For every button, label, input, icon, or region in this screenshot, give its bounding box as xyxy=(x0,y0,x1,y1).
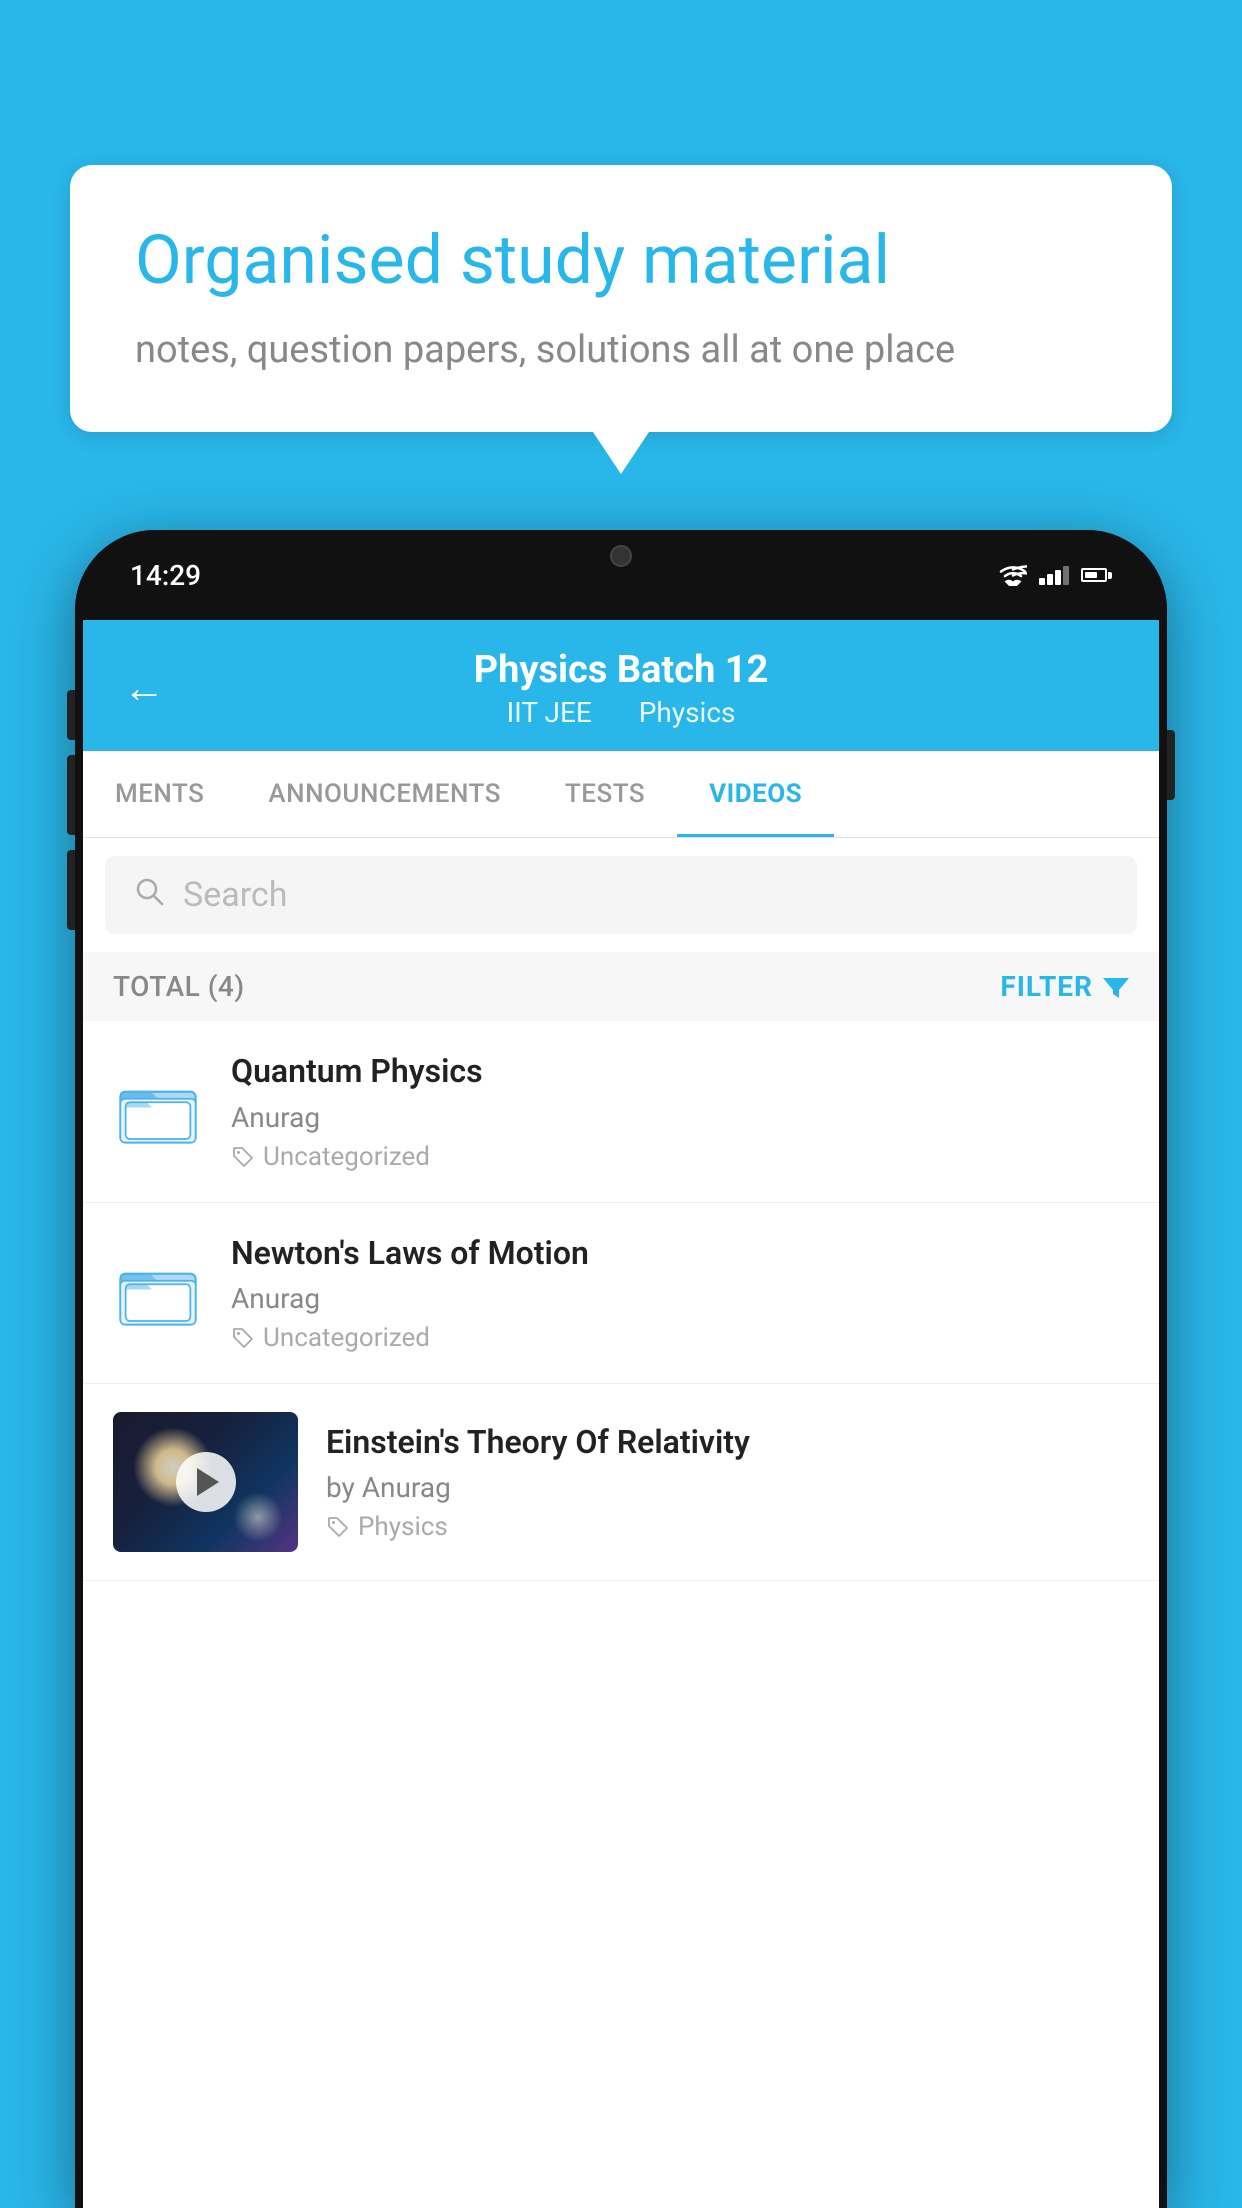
speech-bubble-section: Organised study material notes, question… xyxy=(70,165,1172,432)
list-item[interactable]: Einstein's Theory Of Relativity by Anura… xyxy=(83,1384,1159,1581)
video-info-1: Quantum Physics Anurag Uncategorized xyxy=(231,1051,1129,1172)
battery-icon xyxy=(1081,568,1112,582)
video-tag-2: Uncategorized xyxy=(231,1323,1129,1353)
back-button[interactable]: ← xyxy=(123,664,165,713)
video-title-1: Quantum Physics xyxy=(231,1051,1129,1093)
status-bar: 14:29 xyxy=(75,530,1167,620)
total-count: TOTAL (4) xyxy=(113,970,245,1003)
app-title: Physics Batch 12 xyxy=(195,648,1047,692)
list-item[interactable]: Quantum Physics Anurag Uncategorized xyxy=(83,1021,1159,1203)
tab-ments[interactable]: MENTS xyxy=(83,751,236,837)
volume-up-button xyxy=(67,755,75,835)
subtext: notes, question papers, solutions all at… xyxy=(135,324,1107,377)
tab-announcements[interactable]: ANNOUNCEMENTS xyxy=(236,751,533,837)
filter-icon xyxy=(1103,976,1129,998)
list-item[interactable]: Newton's Laws of Motion Anurag Uncategor… xyxy=(83,1203,1159,1385)
tag-text-3: Physics xyxy=(358,1512,448,1542)
tabs-bar: MENTS ANNOUNCEMENTS TESTS VIDEOS xyxy=(83,751,1159,838)
signal-icon xyxy=(1039,566,1069,585)
phone-screen: ← Physics Batch 12 IIT JEE Physics MENTS… xyxy=(83,620,1159,2208)
video-tag-3: Physics xyxy=(326,1512,1129,1542)
video-tag-1: Uncategorized xyxy=(231,1142,1129,1172)
power-button xyxy=(1167,730,1175,800)
tag-text-1: Uncategorized xyxy=(263,1142,430,1172)
search-bar[interactable]: Search xyxy=(105,856,1137,934)
tab-tests[interactable]: TESTS xyxy=(533,751,677,837)
app-subtitle: IIT JEE Physics xyxy=(195,696,1047,729)
video-author-1: Anurag xyxy=(231,1101,1129,1134)
video-title-2: Newton's Laws of Motion xyxy=(231,1233,1129,1275)
filter-label: FILTER xyxy=(1000,970,1093,1003)
video-info-3: Einstein's Theory Of Relativity by Anura… xyxy=(326,1422,1129,1543)
play-triangle-icon xyxy=(197,1468,219,1496)
wifi-icon xyxy=(999,564,1027,586)
subtitle-part2: Physics xyxy=(639,696,736,729)
camera xyxy=(610,545,632,567)
search-container: Search xyxy=(83,838,1159,952)
video-title-3: Einstein's Theory Of Relativity xyxy=(326,1422,1129,1464)
search-placeholder: Search xyxy=(183,875,287,915)
video-thumbnail-3 xyxy=(113,1412,298,1552)
folder-icon-2 xyxy=(113,1253,203,1333)
tab-videos[interactable]: VIDEOS xyxy=(677,751,834,837)
notch xyxy=(556,530,686,582)
search-icon xyxy=(133,874,165,916)
headline: Organised study material xyxy=(135,220,1107,302)
folder-icon-1 xyxy=(113,1071,203,1151)
filter-button[interactable]: FILTER xyxy=(1000,970,1129,1003)
side-button-top xyxy=(67,690,75,740)
status-time: 14:29 xyxy=(130,559,201,592)
app-header: ← Physics Batch 12 IIT JEE Physics xyxy=(83,620,1159,751)
filter-row: TOTAL (4) FILTER xyxy=(83,952,1159,1021)
play-button-3[interactable] xyxy=(176,1452,236,1512)
phone-frame: 14:29 xyxy=(75,530,1167,2208)
tag-text-2: Uncategorized xyxy=(263,1323,430,1353)
video-author-2: Anurag xyxy=(231,1282,1129,1315)
header-title-group: Physics Batch 12 IIT JEE Physics xyxy=(195,648,1047,729)
subtitle-part1: IIT JEE xyxy=(507,696,592,729)
volume-down-button xyxy=(67,850,75,930)
tag-icon-2 xyxy=(231,1326,255,1350)
tag-icon-3 xyxy=(326,1515,350,1539)
status-icons xyxy=(999,564,1112,586)
speech-bubble: Organised study material notes, question… xyxy=(70,165,1172,432)
video-info-2: Newton's Laws of Motion Anurag Uncategor… xyxy=(231,1233,1129,1354)
tag-icon-1 xyxy=(231,1145,255,1169)
video-author-3: by Anurag xyxy=(326,1471,1129,1504)
